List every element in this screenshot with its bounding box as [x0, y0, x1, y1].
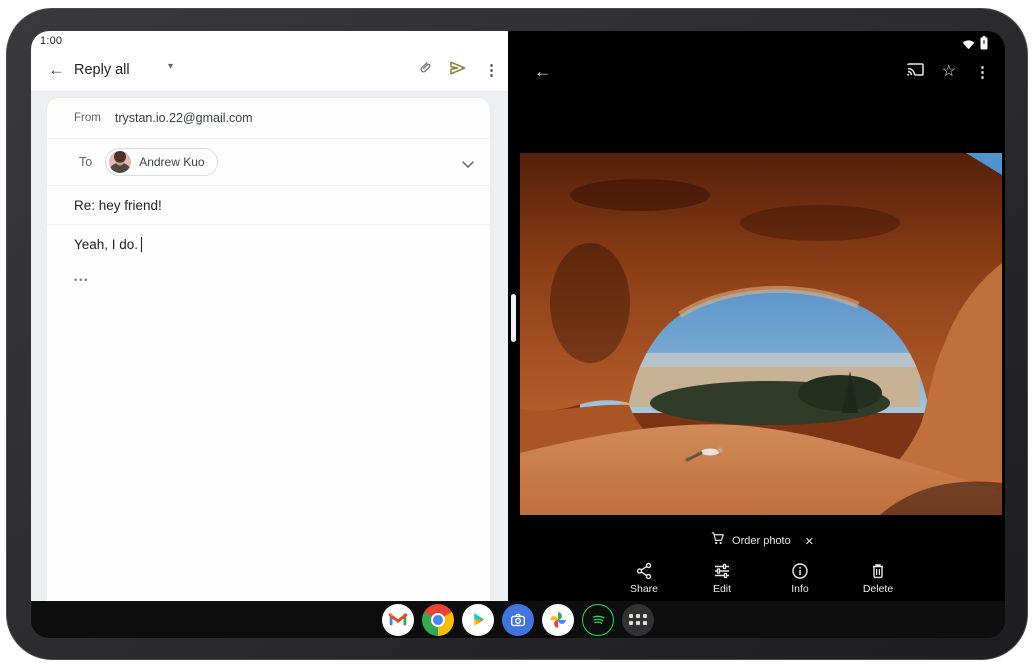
message-body-text: Yeah, I do.: [74, 237, 138, 252]
from-address: trystan.io.22@gmail.com: [115, 111, 253, 125]
photos-pane: ← ☆ ⋮: [520, 31, 1005, 601]
back-arrow-icon[interactable]: ←: [534, 62, 551, 82]
share-button[interactable]: Share: [612, 562, 676, 595]
split-screen-divider: [508, 31, 520, 601]
compose-card: From trystan.io.22@gmail.com To Andrew K…: [47, 98, 490, 601]
all-apps-icon[interactable]: [622, 604, 654, 636]
chrome-app-icon[interactable]: [422, 604, 454, 636]
photos-app-icon[interactable]: [542, 604, 574, 636]
status-clock: 1:00: [40, 35, 62, 47]
split-divider-handle[interactable]: [511, 294, 516, 342]
cast-icon[interactable]: [906, 62, 925, 82]
overflow-menu-icon[interactable]: ⋮: [973, 63, 992, 81]
recipient-avatar: [109, 151, 131, 173]
tablet-frame: 1:00 ← Reply all ▾ ⋮: [6, 8, 1028, 660]
recipient-chip[interactable]: Andrew Kuo: [105, 148, 217, 176]
tablet-screen: 1:00 ← Reply all ▾ ⋮: [31, 31, 1005, 638]
status-icons: [962, 36, 988, 55]
chrome-center-dot: [431, 613, 445, 627]
edit-button[interactable]: Edit: [690, 562, 754, 595]
info-icon: [768, 562, 832, 581]
info-label: Info: [768, 583, 832, 595]
attach-file-icon[interactable]: [417, 59, 434, 81]
favorite-star-icon[interactable]: ☆: [942, 63, 956, 81]
reply-mode-caret-icon[interactable]: ▾: [168, 61, 173, 72]
spotify-app-icon[interactable]: [582, 604, 614, 636]
photo-arch[interactable]: [520, 153, 1002, 515]
delete-button[interactable]: Delete: [846, 562, 910, 595]
gmail-pane: 1:00 ← Reply all ▾ ⋮: [31, 31, 508, 601]
subject-field[interactable]: Re: hey friend!: [47, 186, 490, 224]
taskbar: [31, 601, 1005, 638]
show-quoted-text-button[interactable]: •••: [47, 275, 490, 285]
recipient-name: Andrew Kuo: [139, 155, 204, 169]
tune-icon: [690, 562, 754, 581]
to-label: To: [79, 155, 92, 169]
share-label: Share: [612, 583, 676, 595]
battery-icon: [980, 36, 988, 55]
back-arrow-icon[interactable]: ←: [48, 59, 65, 81]
trash-icon: [846, 562, 910, 581]
gmail-compose-header: ← Reply all ▾ ⋮: [31, 51, 508, 91]
compose-background: From trystan.io.22@gmail.com To Andrew K…: [31, 92, 508, 601]
order-photo-chip[interactable]: Order photo ✕: [520, 532, 1005, 550]
photos-header: ← ☆ ⋮: [520, 55, 1005, 91]
overflow-menu-icon[interactable]: ⋮: [482, 61, 501, 79]
delete-label: Delete: [846, 583, 910, 595]
chevron-down-icon[interactable]: [462, 155, 474, 173]
grid-dots: [629, 614, 647, 625]
info-button[interactable]: Info: [768, 562, 832, 595]
from-row[interactable]: From trystan.io.22@gmail.com: [47, 98, 490, 138]
camera-app-icon[interactable]: [502, 604, 534, 636]
play-store-app-icon[interactable]: [462, 604, 494, 636]
wifi-icon: [962, 37, 975, 55]
cart-icon: [711, 532, 724, 550]
order-photo-label: Order photo: [732, 535, 791, 547]
gmail-app-icon[interactable]: [382, 604, 414, 636]
from-label: From: [74, 112, 101, 124]
reply-mode-label[interactable]: Reply all: [74, 62, 130, 78]
photo-action-bar: Share Edit Info: [520, 562, 1005, 601]
send-icon[interactable]: [449, 60, 467, 81]
edit-label: Edit: [690, 583, 754, 595]
share-icon: [612, 562, 676, 581]
close-icon[interactable]: ✕: [805, 535, 814, 548]
to-row[interactable]: To Andrew Kuo: [47, 139, 490, 185]
text-cursor: [141, 237, 142, 252]
message-body-field[interactable]: Yeah, I do.: [47, 225, 490, 255]
